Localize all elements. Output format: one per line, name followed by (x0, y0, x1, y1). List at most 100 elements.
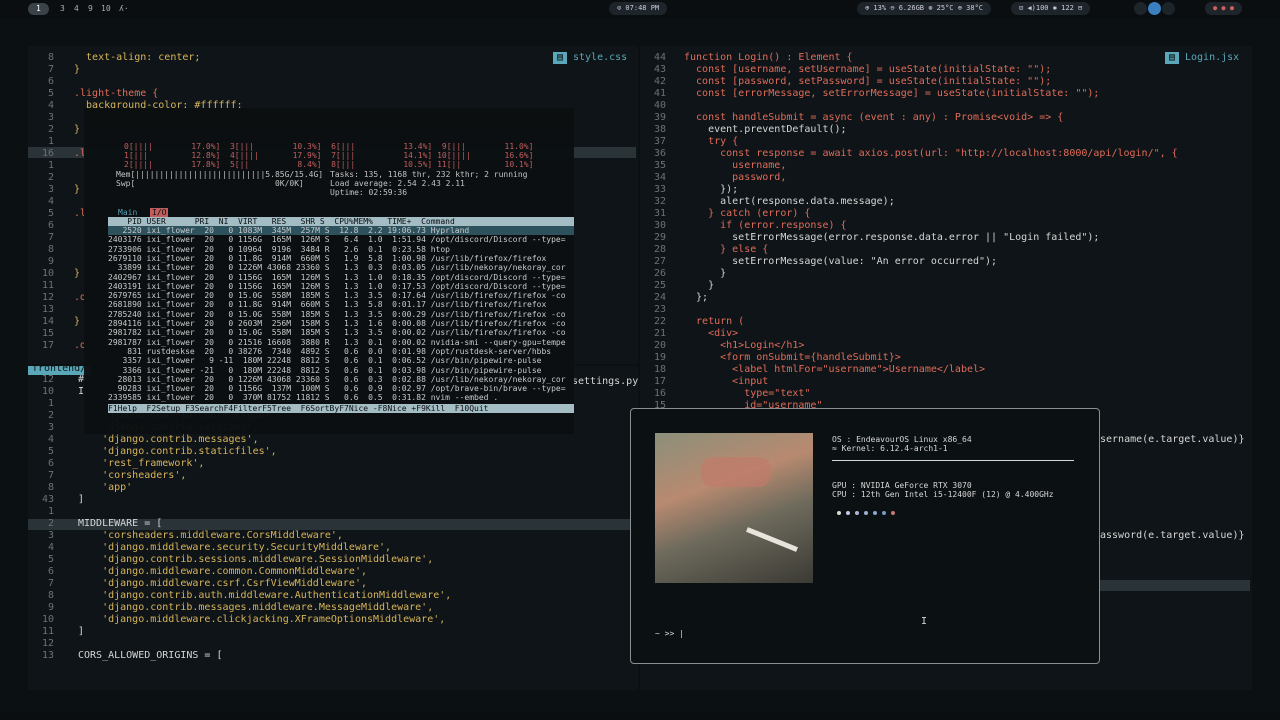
process-row[interactable]: 2679110 ixi_flower 20 0 11.8G 914M 660M … (108, 254, 574, 263)
tab-io[interactable]: I/O (150, 208, 169, 217)
code-line: username, (684, 160, 787, 171)
system-stats[interactable]: ⊕ 13% ⊖ 6.26GB ⊛ 25°C ⊕ 38°C (857, 2, 992, 15)
line-number: 5 (47, 88, 54, 99)
line-number: 15 (41, 328, 54, 339)
line-number: 21 (653, 328, 666, 339)
code-line: 'django.middleware.csrf.CsrfViewMiddlewa… (78, 578, 367, 589)
code-line: <h1>Login</h1> (684, 340, 805, 351)
workspace-10[interactable]: 10 (101, 3, 111, 15)
clock[interactable]: ⊙ 07:48 PM (609, 2, 668, 15)
function-key-bar[interactable]: F1Help F2Setup F3SearchF4FilterF5Tree F6… (108, 404, 574, 413)
process-row[interactable]: 2981782 ixi_flower 20 0 15.0G 558M 185M … (108, 328, 574, 337)
code-line: 'django.contrib.messages', (78, 434, 259, 445)
code-line: return ( (684, 316, 745, 327)
process-row[interactable]: 2403191 ixi_flower 20 0 1156G 165M 126M … (108, 282, 574, 291)
code-line: <label htmlFor="username">Username</labe… (684, 364, 986, 375)
telegram-icon[interactable] (1134, 2, 1147, 15)
line-number: 4 (47, 196, 54, 207)
line-number: 34 (653, 172, 666, 183)
code-line: } catch (error) { (684, 208, 811, 219)
code-line: if (error.response) { (684, 220, 847, 231)
process-row[interactable]: 2733906 ixi_flower 20 0 10964 9196 3484 … (108, 245, 574, 254)
chat-icon[interactable] (1162, 2, 1175, 15)
tab-settings-py[interactable]: settings.py (572, 376, 638, 388)
process-row[interactable]: 2403176 ixi_flower 20 0 1156G 165M 126M … (108, 235, 574, 244)
line-number: 6 (47, 458, 54, 469)
htop-window[interactable]: Mem[|||||||||||||||||||||||||||5.85G/15.… (84, 108, 574, 434)
code-line: .light-theme { (74, 88, 159, 99)
code-line: }; (684, 292, 709, 303)
line-number: 8 (47, 52, 54, 63)
line-number: 26 (653, 268, 666, 279)
line-number: 38 (653, 124, 666, 135)
code-line: } else { (684, 244, 769, 255)
process-row[interactable]: 2339585 ixi_flower 20 0 370M 81752 11812… (108, 393, 574, 402)
code-line: }); (684, 184, 739, 195)
audio-status[interactable]: ⊡ ◀)100 ✱ 122 ⊟ (1011, 2, 1091, 15)
code-line: } (684, 268, 727, 279)
code-fragment: assword(e.target.value)} (1100, 530, 1245, 541)
fastfetch-terminal[interactable]: OS : EndeavourOS Linux x86_64 ≈ Kernel: … (630, 408, 1100, 664)
line-number: 6 (47, 566, 54, 577)
process-row[interactable]: 2681890 ixi_flower 20 0 11.8G 914M 660M … (108, 300, 574, 309)
line-number: 2 (47, 410, 54, 421)
workspace-1[interactable]: 1 (28, 3, 49, 15)
tray-icons[interactable]: ● ● ● (1205, 2, 1243, 15)
line-number: 36 (653, 148, 666, 159)
tab-main[interactable]: Main (118, 208, 137, 217)
palette-dot (837, 511, 841, 515)
process-row[interactable]: 2679765 ixi_flower 20 0 15.0G 558M 185M … (108, 291, 574, 300)
shell-prompt[interactable]: ~ >> | (655, 629, 684, 639)
code-line: 'django.contrib.sessions.middleware.Sess… (78, 554, 434, 565)
tab-login-jsx[interactable]: Login.jsx (1185, 52, 1239, 64)
code-line: ] (78, 626, 85, 637)
code-line: event.preventDefault(); (684, 124, 847, 135)
jsx-icon: ▤ (1165, 52, 1180, 64)
line-number: 17 (653, 376, 666, 387)
process-row[interactable]: 2402967 ixi_flower 20 0 1156G 165M 126M … (108, 273, 574, 282)
line-number: 10 (41, 386, 54, 397)
line-number: 5 (47, 554, 54, 565)
line-number: 43 (653, 64, 666, 75)
line-number: 7 (47, 64, 54, 75)
line-number: 43 (41, 494, 54, 505)
process-row[interactable]: 3357 ixi_flower 9 -11 180M 22248 8812 S … (108, 356, 574, 365)
process-row[interactable]: 28013 ixi_flower 20 0 1226M 43068 23360 … (108, 375, 574, 384)
line-number: 4 (47, 542, 54, 553)
kernel-info: ≈ Kernel: 6.12.4-arch1-1 (832, 444, 948, 453)
line-number: 23 (653, 304, 666, 315)
process-row[interactable]: 33899 ixi_flower 20 0 1226M 43068 23360 … (108, 263, 574, 272)
process-row[interactable]: 3366 ixi_flower -21 0 180M 22248 8812 S … (108, 366, 574, 375)
workspace-9[interactable]: 9 (88, 3, 93, 15)
workspace-3[interactable]: 3 (60, 3, 65, 15)
palette-dot (891, 511, 895, 515)
process-row[interactable]: 90283 ixi_flower 20 0 1156G 137M 100M S … (108, 384, 574, 393)
line-number: 11 (41, 280, 54, 291)
process-row[interactable]: 831 rustdeskse 20 0 38276 7340 4892 S 0.… (108, 347, 574, 356)
line-number: 6 (47, 76, 54, 87)
line-number: 39 (653, 112, 666, 123)
line-number: 7 (47, 470, 54, 481)
tab-style-css[interactable]: style.css (573, 52, 627, 64)
process-header[interactable]: PID USER PRI NI VIRT RES SHR S CPU%MEM% … (108, 217, 574, 226)
code-line: } (74, 64, 81, 75)
code-line: const [errorMessage, setErrorMessage] = … (684, 88, 1100, 99)
line-number: 7 (47, 578, 54, 589)
palette-dot (855, 511, 859, 515)
line-number: 37 (653, 136, 666, 147)
process-row[interactable]: 2785240 ixi_flower 20 0 15.0G 558M 185M … (108, 310, 574, 319)
code-line: const handleSubmit = async (event : any)… (684, 112, 1064, 123)
process-row[interactable]: 2981787 ixi_flower 20 0 21516 16608 3880… (108, 338, 574, 347)
portrait-image (655, 433, 813, 583)
process-row[interactable]: 2520 ixi_flower 20 0 1083M 345M 257M S 1… (108, 226, 574, 235)
workspace-special[interactable]: ʎ· (119, 3, 129, 15)
code-line: 'django.middleware.clickjacking.XFrameOp… (78, 614, 446, 625)
code-line: } (74, 184, 81, 195)
line-number: 20 (653, 340, 666, 351)
workspace-4[interactable]: 4 (74, 3, 79, 15)
process-row[interactable]: 2894116 ixi_flower 20 0 2603M 256M 158M … (108, 319, 574, 328)
text-cursor-icon: I (921, 616, 928, 627)
line-number: 27 (653, 256, 666, 267)
vscode-icon[interactable] (1148, 2, 1161, 15)
code-line: <div> (684, 328, 739, 339)
